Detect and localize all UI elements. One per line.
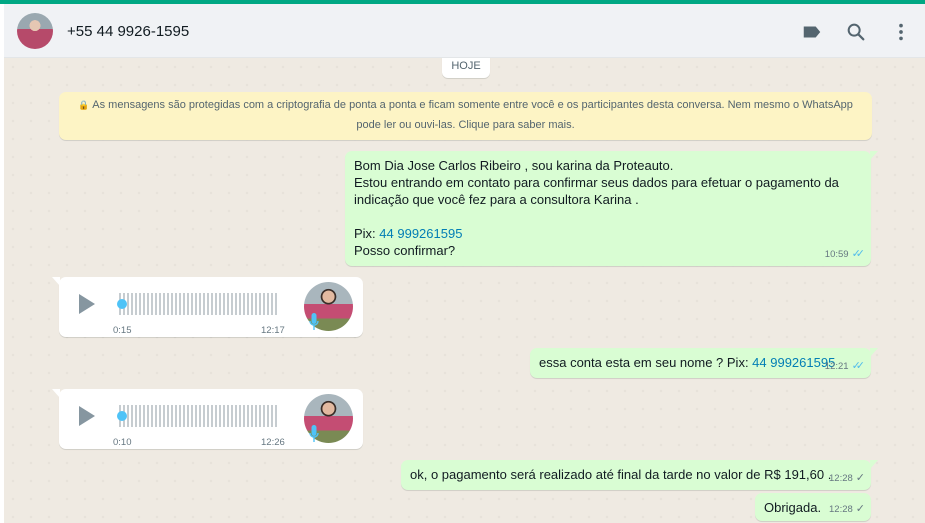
playback-scrubber[interactable]: [117, 299, 127, 309]
menu-icon[interactable]: [890, 21, 912, 43]
chat-header: +55 44 9926-1595: [4, 4, 925, 58]
message-bubble-outgoing[interactable]: Bom Dia Jose Carlos Ribeiro , sou karina…: [345, 151, 878, 266]
read-receipt-icon: ✓✓: [851, 360, 866, 372]
label-icon[interactable]: [801, 21, 823, 43]
message-meta: 12:21 ✓✓: [825, 358, 865, 375]
phone-link[interactable]: 44 999261595: [379, 226, 462, 241]
voice-message-bubble[interactable]: 0:15 12:17: [52, 277, 363, 337]
microphone-icon: [309, 313, 319, 330]
message-text: ok, o pagamento será realizado até final…: [410, 467, 832, 482]
message-text: indicação que você fez para a consultora…: [354, 192, 639, 207]
contact-avatar[interactable]: [17, 13, 53, 49]
voice-duration: 0:10: [113, 437, 132, 448]
message-text: Estou entrando em contato para confirmar…: [354, 175, 839, 190]
message-bubble-outgoing[interactable]: essa conta esta em seu nome ? Pix: 44 99…: [530, 348, 878, 378]
encryption-line-1: As mensagens são protegidas com a cripto…: [92, 99, 853, 111]
play-icon[interactable]: [79, 294, 95, 314]
message-time: 12:28: [829, 504, 853, 515]
message-time: 12:26: [261, 437, 285, 448]
message-text: Bom Dia Jose Carlos Ribeiro , sou karina…: [354, 158, 674, 173]
message-text: Obrigada.: [764, 500, 822, 515]
microphone-icon: [309, 425, 319, 442]
search-icon[interactable]: [845, 21, 867, 43]
message-text: Posso confirmar?: [354, 243, 456, 258]
sent-check-icon: ✓: [855, 472, 865, 484]
message-meta: 12:28 ✓: [829, 501, 865, 518]
waveform[interactable]: [119, 293, 279, 315]
message-time: 12:28: [829, 473, 853, 484]
pix-label: Pix:: [354, 226, 380, 241]
date-chip: HOJE: [442, 58, 490, 78]
message-list[interactable]: HOJE 🔒 As mensagens são protegidas com a …: [4, 58, 925, 523]
voice-duration: 0:15: [113, 325, 132, 336]
read-receipt-icon: ✓✓: [851, 248, 866, 260]
playback-scrubber[interactable]: [117, 411, 127, 421]
message-time: 12:17: [261, 325, 285, 336]
message-meta: 12:28 ✓: [829, 470, 865, 487]
lock-icon: 🔒: [78, 100, 90, 110]
play-icon[interactable]: [79, 406, 95, 426]
message-time: 12:21: [824, 361, 849, 372]
voice-message-bubble[interactable]: 0:10 12:26: [52, 389, 363, 449]
phone-link[interactable]: 44 999261595: [752, 355, 835, 370]
message-text: essa conta esta em seu nome ? Pix:: [539, 355, 753, 370]
contact-name[interactable]: +55 44 9926-1595: [67, 23, 189, 40]
sent-check-icon: ✓: [855, 503, 865, 515]
message-bubble-outgoing[interactable]: Obrigada. 12:28 ✓: [755, 493, 871, 521]
encryption-notice[interactable]: 🔒 As mensagens são protegidas com a cript…: [59, 92, 872, 140]
message-bubble-outgoing[interactable]: ok, o pagamento será realizado até final…: [401, 460, 878, 490]
message-time: 10:59: [824, 249, 849, 260]
message-meta: 10:59 ✓✓: [825, 246, 865, 263]
encryption-line-2: pode ler ou ouvi-las. Clique para saber …: [356, 119, 575, 131]
waveform[interactable]: [119, 405, 279, 427]
